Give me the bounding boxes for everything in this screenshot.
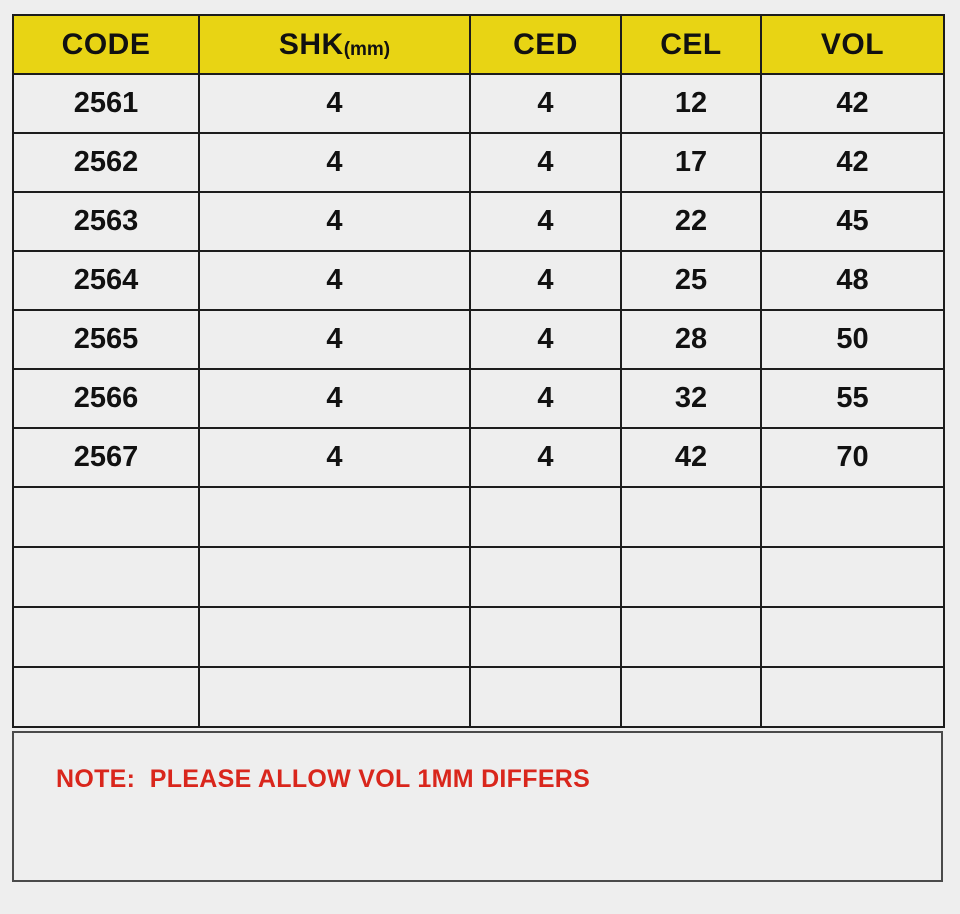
cell-ced: 4 <box>469 368 622 429</box>
column-header-shk: SHK(mm) <box>198 14 471 75</box>
column-header-ced-label: CED <box>513 27 578 61</box>
cell-cel: 12 <box>620 73 762 134</box>
cell-vol: 42 <box>760 73 945 134</box>
cell-code <box>12 666 200 728</box>
table-row-empty <box>12 546 945 608</box>
cell-ced <box>469 606 622 668</box>
cell-vol: 48 <box>760 250 945 311</box>
cell-ced <box>469 546 622 608</box>
note-box: NOTE: PLEASE ALLOW VOL 1MM DIFFERS <box>12 731 943 882</box>
cell-code <box>12 486 200 548</box>
cell-ced: 4 <box>469 427 622 488</box>
cell-shk: 4 <box>198 427 471 488</box>
table-row: 2567 4 4 42 70 <box>12 427 945 488</box>
cell-shk: 4 <box>198 309 471 370</box>
cell-shk: 4 <box>198 132 471 193</box>
table-row: 2566 4 4 32 55 <box>12 368 945 429</box>
cell-code <box>12 606 200 668</box>
cell-ced: 4 <box>469 309 622 370</box>
cell-cel <box>620 486 762 548</box>
column-header-code-label: CODE <box>61 27 151 61</box>
cell-code: 2567 <box>12 427 200 488</box>
note-text: NOTE: PLEASE ALLOW VOL 1MM DIFFERS <box>56 765 591 793</box>
cell-code: 2562 <box>12 132 200 193</box>
table-body: 2561 4 4 12 42 2562 4 4 17 42 2563 4 4 2… <box>12 73 945 728</box>
table-row: 2562 4 4 17 42 <box>12 132 945 193</box>
cell-vol: 42 <box>760 132 945 193</box>
cell-code <box>12 546 200 608</box>
cell-ced: 4 <box>469 73 622 134</box>
cell-vol: 50 <box>760 309 945 370</box>
column-header-ced: CED <box>469 14 622 75</box>
cell-code: 2566 <box>12 368 200 429</box>
cell-vol <box>760 486 945 548</box>
column-header-cel-label: CEL <box>660 27 722 61</box>
cell-shk: 4 <box>198 191 471 252</box>
column-header-shk-unit: (mm) <box>343 38 391 60</box>
cell-cel <box>620 606 762 668</box>
table-row: 2564 4 4 25 48 <box>12 250 945 311</box>
cell-cel: 28 <box>620 309 762 370</box>
cell-vol: 55 <box>760 368 945 429</box>
cell-cel <box>620 546 762 608</box>
cell-shk: 4 <box>198 250 471 311</box>
column-header-code: CODE <box>12 14 200 75</box>
specification-table: CODE SHK(mm) CED CEL VOL 2561 4 4 12 42 … <box>12 14 945 728</box>
cell-cel: 17 <box>620 132 762 193</box>
cell-shk: 4 <box>198 368 471 429</box>
cell-code: 2565 <box>12 309 200 370</box>
cell-cel: 25 <box>620 250 762 311</box>
table-row-empty <box>12 606 945 668</box>
cell-vol <box>760 546 945 608</box>
cell-shk <box>198 546 471 608</box>
cell-code: 2561 <box>12 73 200 134</box>
cell-cel: 22 <box>620 191 762 252</box>
cell-shk <box>198 606 471 668</box>
column-header-vol-label: VOL <box>820 27 885 61</box>
header-row: CODE SHK(mm) CED CEL VOL <box>12 14 945 75</box>
cell-ced <box>469 666 622 728</box>
cell-ced: 4 <box>469 191 622 252</box>
cell-shk <box>198 666 471 728</box>
cell-shk <box>198 486 471 548</box>
cell-vol <box>760 606 945 668</box>
column-header-shk-label: SHK <box>278 27 344 61</box>
cell-ced <box>469 486 622 548</box>
cell-code: 2563 <box>12 191 200 252</box>
cell-ced: 4 <box>469 250 622 311</box>
cell-vol <box>760 666 945 728</box>
table-row-empty <box>12 666 945 728</box>
table-header: CODE SHK(mm) CED CEL VOL <box>12 14 945 75</box>
table-row: 2561 4 4 12 42 <box>12 73 945 134</box>
column-header-cel: CEL <box>620 14 762 75</box>
cell-shk: 4 <box>198 73 471 134</box>
column-header-vol: VOL <box>760 14 945 75</box>
cell-cel: 32 <box>620 368 762 429</box>
cell-vol: 45 <box>760 191 945 252</box>
cell-cel <box>620 666 762 728</box>
cell-code: 2564 <box>12 250 200 311</box>
table-row-empty <box>12 486 945 548</box>
cell-cel: 42 <box>620 427 762 488</box>
cell-vol: 70 <box>760 427 945 488</box>
table-row: 2565 4 4 28 50 <box>12 309 945 370</box>
table-row: 2563 4 4 22 45 <box>12 191 945 252</box>
cell-ced: 4 <box>469 132 622 193</box>
spec-sheet-page: CODE SHK(mm) CED CEL VOL 2561 4 4 12 42 … <box>0 0 960 914</box>
